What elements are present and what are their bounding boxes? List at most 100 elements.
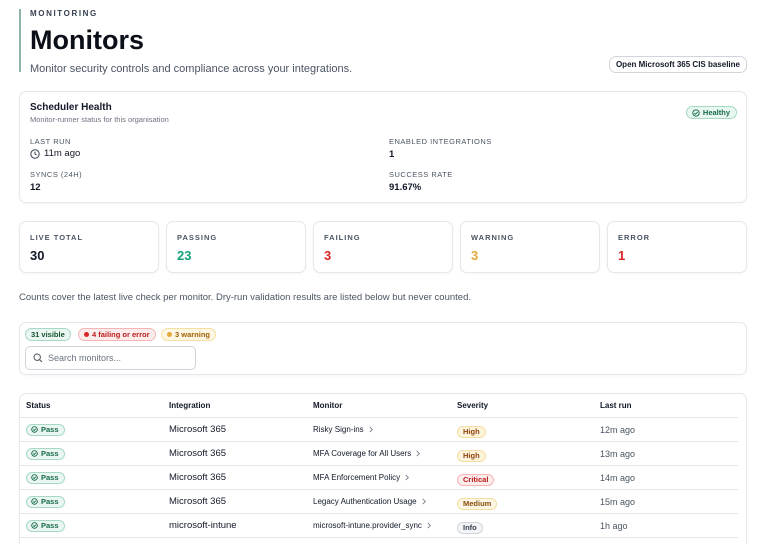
monitor-name: Risky Sign-ins <box>313 425 364 434</box>
header-severity[interactable]: Severity <box>457 401 488 410</box>
success-rate-label: SUCCESS RATE <box>389 170 453 179</box>
monitor-link[interactable]: MFA Coverage for All Users <box>313 449 421 458</box>
monitor-link[interactable]: microsoft-intune.provider_sync <box>313 521 432 530</box>
visible-count-label: 31 visible <box>31 330 65 339</box>
metric-value: 3 <box>471 248 479 263</box>
enabled-integrations-label: ENABLED INTEGRATIONS <box>389 137 492 146</box>
chevron-right-icon <box>369 426 373 433</box>
status-badge: Pass <box>26 495 65 508</box>
syncs-value: 12 <box>30 182 41 193</box>
open-cis-baseline-button[interactable]: Open Microsoft 365 CIS baseline <box>608 56 747 73</box>
filters-card: 31 visible 4 failing or error 3 warning <box>19 322 747 375</box>
check-circle-icon <box>31 426 38 433</box>
metric-card-warning: WARNING 3 <box>460 221 600 273</box>
chevron-right-icon <box>427 522 431 529</box>
monitor-link[interactable]: MFA Enforcement Policy <box>313 473 410 482</box>
scheduler-health-card: Scheduler Health Monitor-runner status f… <box>19 91 747 203</box>
status-label: Pass <box>41 424 59 434</box>
status-label: Pass <box>41 496 59 506</box>
chevron-right-icon <box>405 474 410 481</box>
integration-cell: Microsoft 365 <box>169 424 227 435</box>
search-input[interactable] <box>48 353 188 363</box>
monitor-link[interactable]: Risky Sign-ins <box>313 425 374 434</box>
header-last-run[interactable]: Last run <box>600 401 632 410</box>
last-run-cell: 1h ago <box>600 520 628 531</box>
last-run-cell: 14m ago <box>600 472 636 483</box>
failing-filter-chip[interactable]: 4 failing or error <box>78 328 156 341</box>
enabled-integrations-value: 1 <box>389 149 395 160</box>
metric-card-passing: PASSING 23 <box>166 221 306 273</box>
healthy-status-badge: Healthy <box>685 106 737 119</box>
metric-card-error: ERROR 1 <box>607 221 747 273</box>
status-badge: Pass <box>26 447 65 460</box>
metric-value: 1 <box>618 248 626 263</box>
scheduler-title: Scheduler Health <box>30 102 112 113</box>
check-circle-icon <box>692 108 700 117</box>
metric-card-live-total: LIVE TOTAL 30 <box>19 221 159 273</box>
table-row[interactable]: Pass microsoft-intune microsoft-intune.pro… <box>20 514 738 538</box>
severity-badge: Critical <box>457 473 495 486</box>
table-row[interactable]: Pass Microsoft 365 Risky Sign-ins High 12m a… <box>20 418 738 442</box>
success-rate-value: 91.67% <box>389 182 422 193</box>
monitors-table: Status Integration Monitor Severity Last… <box>19 393 747 544</box>
last-run-value: 11m ago <box>30 148 80 159</box>
monitor-name: MFA Coverage for All Users <box>313 449 412 458</box>
integration-cell: Microsoft 365 <box>169 472 227 483</box>
severity-badge: High <box>457 449 486 462</box>
table-row[interactable]: Pass Microsoft 365 Legacy Authentication U… <box>20 490 738 514</box>
status-badge: Pass <box>26 471 65 484</box>
status-label: Pass <box>41 520 59 530</box>
last-run-cell: 12m ago <box>600 424 636 435</box>
check-circle-icon <box>31 522 38 529</box>
page-title: Monitors <box>30 25 144 55</box>
severity-badge: High <box>457 425 486 438</box>
last-run-label: LAST RUN <box>30 137 71 146</box>
metric-card-failing: FAILING 3 <box>313 221 453 273</box>
last-run-cell: 15m ago <box>600 496 636 507</box>
table-header: Status Integration Monitor Severity Last… <box>20 394 738 418</box>
integration-cell: microsoft-intune <box>169 520 237 531</box>
warning-dot-icon <box>167 332 172 337</box>
search-icon <box>33 353 43 363</box>
scheduler-subtitle: Monitor-runner status for this organisat… <box>30 115 169 124</box>
monitor-link[interactable]: Legacy Authentication Usage <box>313 497 427 506</box>
status-label: Pass <box>41 472 59 482</box>
check-circle-icon <box>31 450 38 457</box>
syncs-label: SYNCS (24H) <box>30 170 83 179</box>
chevron-right-icon <box>422 498 426 505</box>
page-header: MONITORING Monitors Monitor security con… <box>19 9 579 75</box>
page-subtitle: Monitor security controls and compliance… <box>30 63 353 75</box>
monitor-name: microsoft-intune.provider_sync <box>313 521 422 530</box>
last-run-text: 11m ago <box>44 148 81 159</box>
table-row[interactable]: Pass Microsoft 365 MFA Enforcement Policy C… <box>20 466 738 490</box>
last-run-cell: 13m ago <box>600 448 636 459</box>
metric-label: ERROR <box>618 233 651 242</box>
monitor-name: Legacy Authentication Usage <box>313 497 417 506</box>
metric-label: PASSING <box>177 233 218 242</box>
severity-badge: Info <box>457 521 483 534</box>
warning-filter-label: 3 warning <box>175 330 211 339</box>
table-row[interactable]: Pass Microsoft 365 MFA Coverage for All Us… <box>20 442 738 466</box>
chevron-right-icon <box>416 450 421 457</box>
failing-dot-icon <box>84 332 89 337</box>
section-eyebrow: MONITORING <box>30 9 98 18</box>
integration-cell: Microsoft 365 <box>169 448 227 459</box>
clock-icon <box>30 148 40 159</box>
warning-filter-chip[interactable]: 3 warning <box>161 328 217 341</box>
metric-label: WARNING <box>471 233 515 242</box>
header-status[interactable]: Status <box>26 401 50 410</box>
monitor-name: MFA Enforcement Policy <box>313 473 401 482</box>
integration-cell: Microsoft 365 <box>169 496 227 507</box>
status-badge: Pass <box>26 519 65 532</box>
counts-note: Counts cover the latest live check per m… <box>19 292 472 303</box>
visible-count-chip[interactable]: 31 visible <box>25 328 71 341</box>
search-box <box>25 346 196 370</box>
header-monitor[interactable]: Monitor <box>313 401 342 410</box>
failing-filter-label: 4 failing or error <box>92 330 150 339</box>
check-circle-icon <box>31 474 38 481</box>
metric-label: FAILING <box>324 233 361 242</box>
metric-label: LIVE TOTAL <box>30 233 84 242</box>
header-integration[interactable]: Integration <box>169 401 210 410</box>
check-circle-icon <box>31 498 38 505</box>
status-label: Pass <box>41 448 59 458</box>
